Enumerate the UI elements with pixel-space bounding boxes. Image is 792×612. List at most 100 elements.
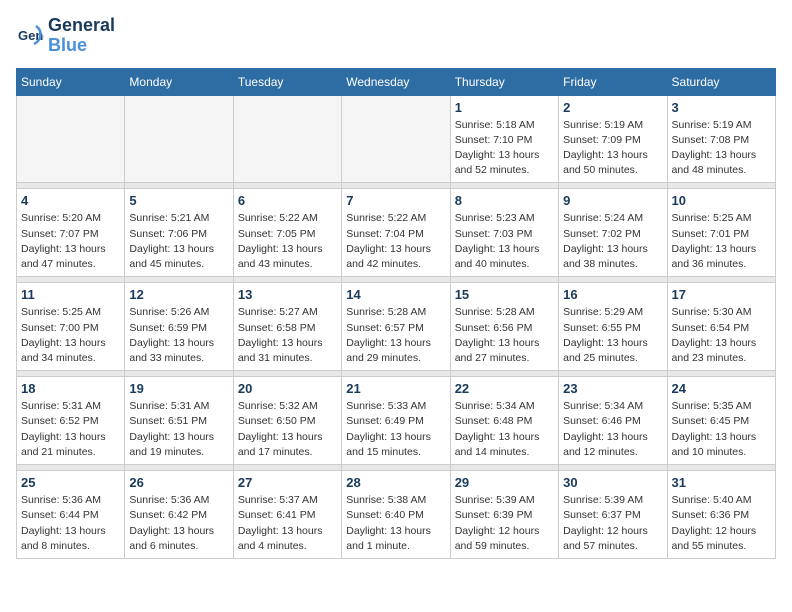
calendar-day-cell: 8Sunrise: 5:23 AMSunset: 7:03 PMDaylight… [450, 189, 558, 277]
day-number: 17 [672, 287, 771, 302]
day-info: Sunrise: 5:22 AMSunset: 7:05 PMDaylight:… [238, 211, 337, 272]
calendar-day-cell: 10Sunrise: 5:25 AMSunset: 7:01 PMDayligh… [667, 189, 775, 277]
day-info: Sunrise: 5:29 AMSunset: 6:55 PMDaylight:… [563, 305, 662, 366]
day-number: 30 [563, 475, 662, 490]
calendar-day-cell: 12Sunrise: 5:26 AMSunset: 6:59 PMDayligh… [125, 283, 233, 371]
day-info: Sunrise: 5:19 AMSunset: 7:08 PMDaylight:… [672, 118, 771, 179]
calendar-day-cell: 27 Sunrise: 5:37 AMSunset: 6:41 PMDayligh… [233, 471, 341, 559]
weekday-header-friday: Friday [559, 68, 667, 95]
weekday-header-tuesday: Tuesday [233, 68, 341, 95]
calendar-day-cell: 9 Sunrise: 5:24 AMSunset: 7:02 PMDaylight… [559, 189, 667, 277]
calendar-day-cell: 4 Sunrise: 5:20 AMSunset: 7:07 PMDaylight… [17, 189, 125, 277]
weekday-header-row: SundayMondayTuesdayWednesdayThursdayFrid… [17, 68, 776, 95]
day-info: Sunrise: 5:24 AMSunset: 7:02 PMDaylight:… [563, 211, 662, 272]
day-info: Sunrise: 5:19 AMSunset: 7:09 PMDaylight:… [563, 118, 662, 179]
calendar-day-cell: 19 Sunrise: 5:31 AMSunset: 6:51 PMDayligh… [125, 377, 233, 465]
calendar-day-cell [233, 95, 341, 183]
day-info: Sunrise: 5:28 AMSunset: 6:56 PMDaylight:… [455, 305, 554, 366]
day-info: Sunrise: 5:33 AMSunset: 6:49 PMDaylight:… [346, 399, 445, 460]
calendar-day-cell: 17 Sunrise: 5:30 AMSunset: 6:54 PMDayligh… [667, 283, 775, 371]
day-info: Sunrise: 5:38 AMSunset: 6:40 PMDaylight:… [346, 493, 445, 554]
weekday-header-wednesday: Wednesday [342, 68, 450, 95]
calendar-day-cell: 1 Sunrise: 5:18 AMSunset: 7:10 PMDaylight… [450, 95, 558, 183]
day-number: 16 [563, 287, 662, 302]
day-info: Sunrise: 5:20 AMSunset: 7:07 PMDaylight:… [21, 211, 120, 272]
calendar-day-cell: 22Sunrise: 5:34 AMSunset: 6:48 PMDayligh… [450, 377, 558, 465]
day-number: 26 [129, 475, 228, 490]
calendar-week-row: 4 Sunrise: 5:20 AMSunset: 7:07 PMDaylight… [17, 189, 776, 277]
calendar-week-row: 11 Sunrise: 5:25 AMSunset: 7:00 PMDayligh… [17, 283, 776, 371]
day-number: 27 [238, 475, 337, 490]
calendar-day-cell: 11 Sunrise: 5:25 AMSunset: 7:00 PMDayligh… [17, 283, 125, 371]
day-info: Sunrise: 5:28 AMSunset: 6:57 PMDaylight:… [346, 305, 445, 366]
day-info: Sunrise: 5:27 AMSunset: 6:58 PMDaylight:… [238, 305, 337, 366]
day-info: Sunrise: 5:34 AMSunset: 6:46 PMDaylight:… [563, 399, 662, 460]
day-number: 20 [238, 381, 337, 396]
day-info: Sunrise: 5:39 AMSunset: 6:39 PMDaylight:… [455, 493, 554, 554]
weekday-header-sunday: Sunday [17, 68, 125, 95]
day-info: Sunrise: 5:34 AMSunset: 6:48 PMDaylight:… [455, 399, 554, 460]
calendar-day-cell: 23 Sunrise: 5:34 AMSunset: 6:46 PMDayligh… [559, 377, 667, 465]
day-number: 1 [455, 100, 554, 115]
calendar-day-cell: 26 Sunrise: 5:36 AMSunset: 6:42 PMDayligh… [125, 471, 233, 559]
weekday-header-monday: Monday [125, 68, 233, 95]
calendar-week-row: 25Sunrise: 5:36 AMSunset: 6:44 PMDayligh… [17, 471, 776, 559]
day-number: 29 [455, 475, 554, 490]
day-number: 14 [346, 287, 445, 302]
day-info: Sunrise: 5:37 AMSunset: 6:41 PMDaylight:… [238, 493, 337, 554]
day-info: Sunrise: 5:18 AMSunset: 7:10 PMDaylight:… [455, 118, 554, 179]
calendar-day-cell: 25Sunrise: 5:36 AMSunset: 6:44 PMDayligh… [17, 471, 125, 559]
day-info: Sunrise: 5:36 AMSunset: 6:42 PMDaylight:… [129, 493, 228, 554]
calendar-day-cell: 29 Sunrise: 5:39 AMSunset: 6:39 PMDayligh… [450, 471, 558, 559]
day-info: Sunrise: 5:31 AMSunset: 6:51 PMDaylight:… [129, 399, 228, 460]
day-number: 2 [563, 100, 662, 115]
calendar-day-cell: 3Sunrise: 5:19 AMSunset: 7:08 PMDaylight… [667, 95, 775, 183]
day-info: Sunrise: 5:40 AMSunset: 6:36 PMDaylight:… [672, 493, 771, 554]
day-info: Sunrise: 5:36 AMSunset: 6:44 PMDaylight:… [21, 493, 120, 554]
day-info: Sunrise: 5:31 AMSunset: 6:52 PMDaylight:… [21, 399, 120, 460]
day-number: 12 [129, 287, 228, 302]
day-number: 13 [238, 287, 337, 302]
calendar-day-cell [17, 95, 125, 183]
day-number: 24 [672, 381, 771, 396]
calendar-day-cell: 18Sunrise: 5:31 AMSunset: 6:52 PMDayligh… [17, 377, 125, 465]
day-number: 19 [129, 381, 228, 396]
calendar-day-cell: 24 Sunrise: 5:35 AMSunset: 6:45 PMDayligh… [667, 377, 775, 465]
calendar-week-row: 18Sunrise: 5:31 AMSunset: 6:52 PMDayligh… [17, 377, 776, 465]
logo-text: General Blue [48, 16, 115, 56]
day-number: 5 [129, 193, 228, 208]
day-number: 21 [346, 381, 445, 396]
day-info: Sunrise: 5:25 AMSunset: 7:00 PMDaylight:… [21, 305, 120, 366]
calendar-day-cell: 14 Sunrise: 5:28 AMSunset: 6:57 PMDayligh… [342, 283, 450, 371]
weekday-header-saturday: Saturday [667, 68, 775, 95]
logo-icon: General [16, 22, 44, 50]
day-number: 4 [21, 193, 120, 208]
calendar-day-cell: 16 Sunrise: 5:29 AMSunset: 6:55 PMDayligh… [559, 283, 667, 371]
calendar-day-cell: 28 Sunrise: 5:38 AMSunset: 6:40 PMDayligh… [342, 471, 450, 559]
day-number: 28 [346, 475, 445, 490]
calendar-day-cell: 30Sunrise: 5:39 AMSunset: 6:37 PMDayligh… [559, 471, 667, 559]
calendar-day-cell [125, 95, 233, 183]
day-number: 15 [455, 287, 554, 302]
day-number: 23 [563, 381, 662, 396]
day-info: Sunrise: 5:30 AMSunset: 6:54 PMDaylight:… [672, 305, 771, 366]
weekday-header-thursday: Thursday [450, 68, 558, 95]
calendar-day-cell [342, 95, 450, 183]
calendar-day-cell: 21 Sunrise: 5:33 AMSunset: 6:49 PMDayligh… [342, 377, 450, 465]
day-number: 6 [238, 193, 337, 208]
day-info: Sunrise: 5:25 AMSunset: 7:01 PMDaylight:… [672, 211, 771, 272]
day-number: 9 [563, 193, 662, 208]
calendar-day-cell: 20Sunrise: 5:32 AMSunset: 6:50 PMDayligh… [233, 377, 341, 465]
calendar-day-cell: 7Sunrise: 5:22 AMSunset: 7:04 PMDaylight… [342, 189, 450, 277]
calendar-day-cell: 15 Sunrise: 5:28 AMSunset: 6:56 PMDayligh… [450, 283, 558, 371]
calendar-week-row: 1 Sunrise: 5:18 AMSunset: 7:10 PMDaylight… [17, 95, 776, 183]
day-info: Sunrise: 5:35 AMSunset: 6:45 PMDaylight:… [672, 399, 771, 460]
logo: General General Blue [16, 16, 115, 56]
day-number: 11 [21, 287, 120, 302]
calendar-day-cell: 5 Sunrise: 5:21 AMSunset: 7:06 PMDaylight… [125, 189, 233, 277]
calendar-day-cell: 6 Sunrise: 5:22 AMSunset: 7:05 PMDaylight… [233, 189, 341, 277]
day-number: 7 [346, 193, 445, 208]
day-info: Sunrise: 5:21 AMSunset: 7:06 PMDaylight:… [129, 211, 228, 272]
calendar-table: SundayMondayTuesdayWednesdayThursdayFrid… [16, 68, 776, 559]
calendar-day-cell: 13 Sunrise: 5:27 AMSunset: 6:58 PMDayligh… [233, 283, 341, 371]
